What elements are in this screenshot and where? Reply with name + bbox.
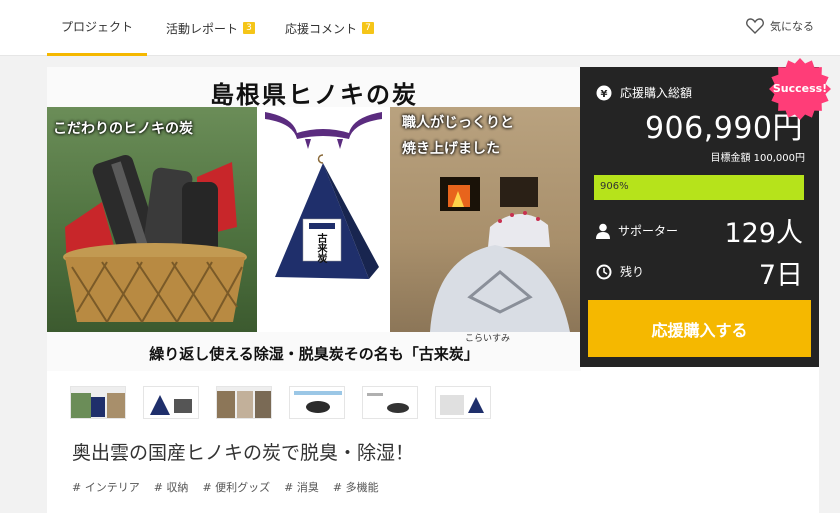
tab-label: プロジェクト bbox=[60, 20, 133, 34]
hero-subtitle: 繰り返し使える除湿・脱臭炭その名も「古来炭」 bbox=[149, 345, 479, 363]
thumbnail[interactable] bbox=[362, 386, 418, 419]
supporters-row: サポーター bbox=[596, 222, 678, 239]
total-label: 応援購入総額 bbox=[620, 86, 693, 100]
project-title: 奥出雲の国産ヒノキの炭で脱臭・除湿！ bbox=[72, 442, 415, 464]
person-icon bbox=[596, 223, 610, 239]
hero-image[interactable]: 島根県ヒノキの炭 こだわりのヒノキの炭 古来炭 職人がじっくりと 焼き上げました… bbox=[47, 67, 581, 371]
count-badge: 3 bbox=[243, 22, 256, 34]
clock-icon bbox=[596, 264, 612, 280]
caption-right-line1: 職人がじっくりと bbox=[402, 115, 514, 131]
yen-icon: ¥ bbox=[596, 85, 612, 101]
tag-deodorize[interactable]: # 消臭 bbox=[284, 479, 319, 495]
tag-storage[interactable]: # 収納 bbox=[154, 479, 189, 495]
top-nav: プロジェクト 活動レポート 3 応援コメント 7 気になる bbox=[0, 0, 840, 56]
count-badge: 7 bbox=[362, 22, 375, 34]
thumbnail[interactable] bbox=[143, 386, 199, 419]
hero-title: 島根県ヒノキの炭 bbox=[210, 80, 418, 109]
days-remaining: 7日 bbox=[758, 260, 803, 291]
tab-label: 活動レポート bbox=[166, 21, 239, 36]
progress-bar: 906% bbox=[594, 175, 804, 200]
tab-project[interactable]: プロジェクト bbox=[47, 0, 147, 56]
thumbnail[interactable] bbox=[216, 386, 272, 419]
thumbnail[interactable] bbox=[70, 386, 126, 419]
favorite-button[interactable]: 気になる bbox=[746, 18, 814, 34]
support-purchase-button[interactable]: 応援購入する bbox=[588, 300, 811, 357]
success-badge: Success! bbox=[769, 58, 831, 120]
thumbnail-strip bbox=[70, 386, 491, 419]
favorite-label: 気になる bbox=[770, 20, 814, 33]
caption-right-line2: 焼き上げました bbox=[402, 141, 500, 157]
remaining-row: 残り bbox=[596, 263, 644, 280]
tag-multifunction[interactable]: # 多機能 bbox=[333, 479, 379, 495]
tab-support-comments[interactable]: 応援コメント 7 bbox=[285, 0, 375, 56]
caption-left: こだわりのヒノキの炭 bbox=[53, 121, 193, 137]
thumbnail[interactable] bbox=[435, 386, 491, 419]
tab-activity-report[interactable]: 活動レポート 3 bbox=[166, 0, 256, 56]
supporter-count: 129人 bbox=[724, 218, 803, 249]
tag-list: # インテリア # 収納 # 便利グッズ # 消臭 # 多機能 bbox=[72, 479, 379, 495]
tab-label: 応援コメント bbox=[285, 21, 358, 36]
heart-icon bbox=[746, 18, 764, 34]
tag-convenience-goods[interactable]: # 便利グッズ bbox=[202, 479, 270, 495]
success-label: Success! bbox=[772, 82, 828, 95]
supporters-label: サポーター bbox=[618, 224, 679, 238]
craftsman-photo: 職人がじっくりと 焼き上げました bbox=[390, 107, 581, 332]
bag-label: 古来炭 bbox=[315, 233, 326, 263]
total-label-row: ¥ 応援購入総額 bbox=[596, 84, 692, 101]
svg-text:¥: ¥ bbox=[601, 89, 608, 100]
charcoal-photo: こだわりのヒノキの炭 bbox=[47, 107, 257, 332]
thumbnail[interactable] bbox=[289, 386, 345, 419]
remaining-label: 残り bbox=[620, 265, 645, 279]
product-photo: 古来炭 bbox=[257, 107, 390, 332]
tag-interior[interactable]: # インテリア bbox=[72, 479, 140, 495]
progress-percent: 906% bbox=[600, 181, 629, 192]
goal-amount: 目標金額 100,000円 bbox=[710, 153, 805, 164]
